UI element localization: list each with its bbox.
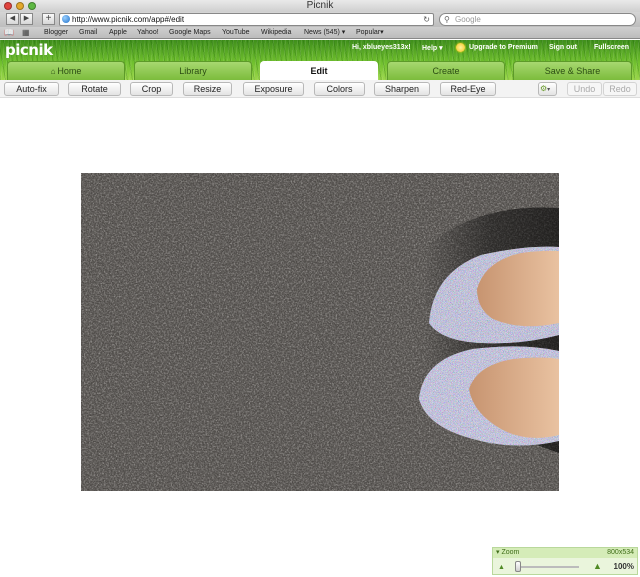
picnik-header: picnik Hi, xblueyes313x! Help ▾ Upgrade … — [0, 40, 640, 81]
forward-button[interactable]: ▶ — [20, 13, 33, 25]
search-input[interactable]: ⚲ Google — [439, 13, 636, 26]
colors-button[interactable]: Colors — [314, 82, 365, 96]
bookmark-popular[interactable]: Popular▾ — [356, 27, 384, 39]
search-placeholder: Google — [455, 15, 481, 24]
new-tab-button[interactable]: + — [42, 13, 55, 25]
exposure-button[interactable]: Exposure — [243, 82, 304, 96]
zoom-header[interactable]: ▾ Zoom 800x534 — [493, 548, 637, 558]
tab-home[interactable]: ⌂ Home — [7, 61, 125, 80]
redo-button[interactable]: Redo — [603, 82, 637, 96]
sun-icon — [456, 43, 465, 52]
redeye-button[interactable]: Red-Eye — [440, 82, 496, 96]
help-label: Help — [422, 45, 438, 52]
zoom-panel: ▾ Zoom 800x534 ▲ ▲ 100% — [492, 547, 638, 575]
chevron-down-icon: ▾ — [547, 87, 551, 93]
bookmark-apple[interactable]: Apple — [109, 27, 127, 39]
home-icon: ⌂ — [50, 67, 56, 76]
open-book-icon[interactable]: 📖 — [4, 29, 14, 37]
zoom-slider-track[interactable] — [515, 566, 579, 568]
zoom-slider-thumb[interactable] — [515, 561, 522, 572]
image-dimensions: 800x534 — [607, 549, 634, 556]
bookmark-wikipedia[interactable]: Wikipedia — [261, 27, 291, 39]
edit-canvas[interactable] — [0, 99, 640, 566]
close-window-button[interactable] — [4, 2, 12, 10]
bookmark-google-maps[interactable]: Google Maps — [169, 27, 211, 39]
rotate-button[interactable]: Rotate — [68, 82, 121, 96]
zoom-label: ▾ Zoom — [496, 548, 519, 558]
browser-toolbar: ◀ ▶ + http://www.picnik.com/app#/edit ↻ … — [0, 12, 640, 27]
zoom-out-icon[interactable]: ▲ — [498, 563, 505, 572]
reload-icon[interactable]: ↻ — [423, 14, 430, 25]
help-menu[interactable]: Help ▾ — [422, 44, 443, 52]
picnik-logo[interactable]: picnik — [5, 41, 53, 59]
tab-edit-label: Edit — [310, 66, 328, 76]
resize-button[interactable]: Resize — [183, 82, 232, 96]
tab-edit[interactable]: Edit — [260, 61, 378, 81]
zoom-title: Zoom — [501, 549, 520, 556]
back-button[interactable]: ◀ — [6, 13, 19, 25]
bookmark-popular-label: Popular — [356, 29, 381, 36]
chevron-down-icon: ▾ — [380, 29, 384, 36]
url-text: http://www.picnik.com/app#/edit — [72, 15, 185, 24]
tab-save-share[interactable]: Save & Share — [513, 61, 632, 80]
tab-create-label: Create — [432, 66, 460, 76]
undo-button[interactable]: Undo — [567, 82, 602, 96]
settings-menu-button[interactable]: ⚙▾ — [538, 82, 557, 96]
autofix-button[interactable]: Auto-fix — [4, 82, 59, 96]
tab-library[interactable]: Library — [134, 61, 252, 80]
edit-toolbar: Auto-fix Rotate Crop Resize Exposure Col… — [0, 80, 640, 98]
zoom-percent: 100% — [613, 562, 634, 571]
tab-create[interactable]: Create — [387, 61, 505, 80]
tab-library-label: Library — [179, 66, 207, 76]
bookmark-blogger[interactable]: Blogger — [44, 27, 68, 39]
search-icon: ⚲ — [444, 15, 450, 24]
window-title: Picnik — [306, 0, 334, 11]
bookmark-gmail[interactable]: Gmail — [79, 27, 97, 39]
grid-icon[interactable]: ▦ — [22, 29, 30, 37]
minimize-window-button[interactable] — [16, 2, 24, 10]
chevron-down-icon: ▾ — [339, 29, 346, 36]
crop-button[interactable]: Crop — [130, 82, 173, 96]
bookmark-news[interactable]: News (545) ▾ — [304, 27, 345, 39]
upgrade-link[interactable]: Upgrade to Premium — [469, 44, 538, 51]
chevron-down-icon: ▾ — [437, 45, 443, 52]
bookmark-news-label: News (545) — [304, 29, 340, 36]
zoom-window-button[interactable] — [28, 2, 36, 10]
signout-link[interactable]: Sign out — [549, 44, 577, 51]
browser-titlebar: Picnik — [0, 0, 640, 12]
bookmark-yahoo[interactable]: Yahoo! — [137, 27, 159, 39]
user-greeting[interactable]: Hi, xblueyes313x! — [352, 44, 411, 51]
edited-photo[interactable] — [81, 173, 559, 491]
address-bar[interactable]: http://www.picnik.com/app#/edit ↻ — [59, 13, 434, 26]
tab-home-label: Home — [57, 66, 82, 76]
globe-icon — [62, 15, 70, 23]
bookmarks-bar: 📖 ▦ Blogger Gmail Apple Yahoo! Google Ma… — [0, 27, 640, 39]
bookmark-youtube[interactable]: YouTube — [222, 27, 250, 39]
sharpen-button[interactable]: Sharpen — [374, 82, 430, 96]
fullscreen-link[interactable]: Fullscreen — [594, 44, 629, 51]
zoom-in-icon[interactable]: ▲ — [593, 562, 602, 571]
tab-save-share-label: Save & Share — [544, 66, 601, 76]
